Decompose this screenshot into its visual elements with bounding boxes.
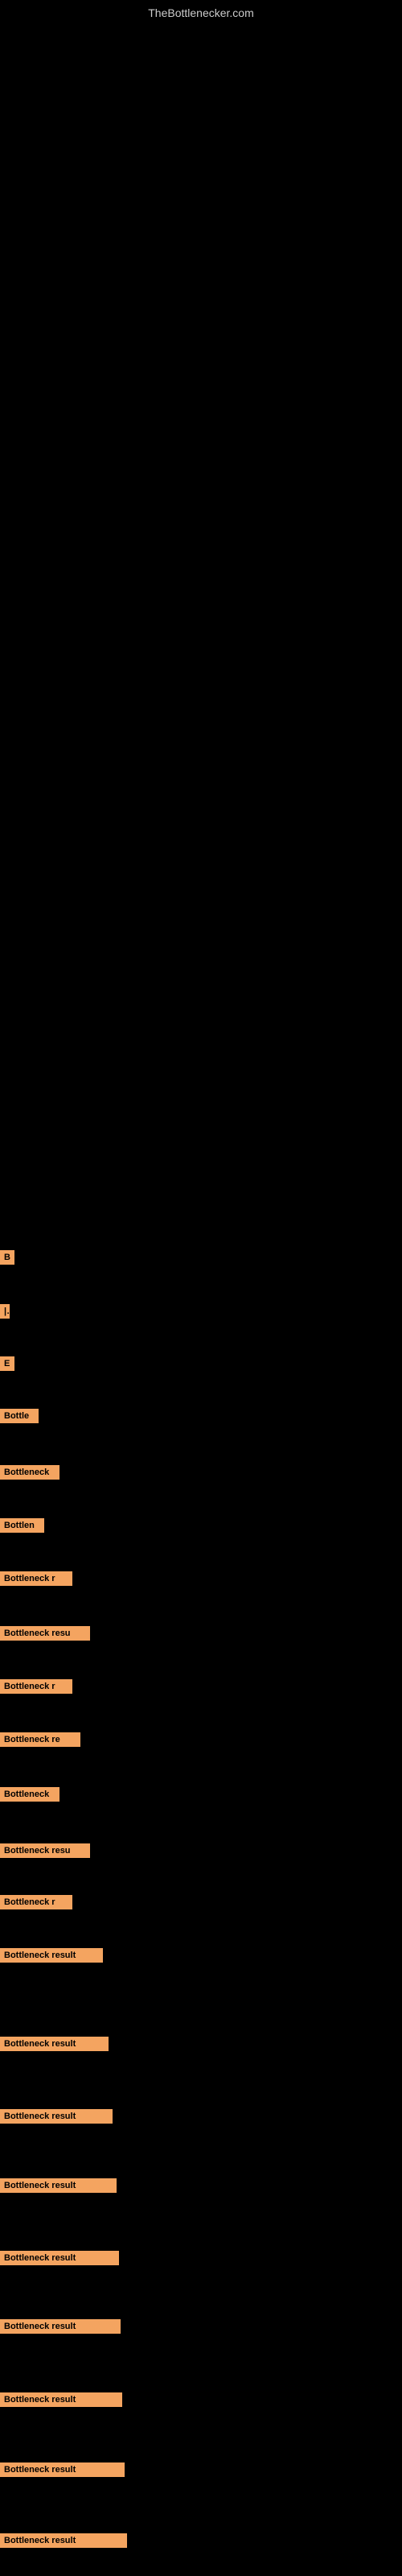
bottleneck-result-label: Bottleneck xyxy=(0,1787,59,1802)
list-item: Bottle xyxy=(0,1409,39,1423)
bottleneck-result-label: Bottleneck re xyxy=(0,1732,80,1747)
bottleneck-result-label: Bottleneck resu xyxy=(0,1843,90,1858)
list-item: Bottleneck xyxy=(0,1787,59,1802)
site-title: TheBottlenecker.com xyxy=(148,6,254,19)
list-item: Bottleneck result xyxy=(0,2462,125,2477)
bottleneck-result-label: Bottleneck result xyxy=(0,2462,125,2477)
bottleneck-result-label: Bottleneck result xyxy=(0,2178,117,2193)
list-item: Bottleneck resu xyxy=(0,1843,90,1858)
bottleneck-result-label: Bottleneck result xyxy=(0,2533,127,2548)
list-item: Bottleneck result xyxy=(0,2109,113,2124)
list-item: Bottleneck re xyxy=(0,1732,80,1747)
bottleneck-result-label: Bottleneck r xyxy=(0,1679,72,1694)
bottleneck-result-label: B xyxy=(0,1250,14,1265)
list-item: Bottleneck result xyxy=(0,1948,103,1963)
list-item: E xyxy=(0,1356,14,1371)
list-item: Bottleneck result xyxy=(0,2392,122,2407)
bottleneck-result-label: | xyxy=(0,1304,10,1319)
bottleneck-result-label: Bottleneck xyxy=(0,1465,59,1480)
list-item: Bottleneck r xyxy=(0,1679,72,1694)
list-item: Bottleneck r xyxy=(0,1895,72,1909)
bottleneck-result-label: Bottleneck result xyxy=(0,2392,122,2407)
bottleneck-result-label: Bottleneck result xyxy=(0,2251,119,2265)
list-item: Bottleneck result xyxy=(0,2178,117,2193)
bottleneck-result-label: Bottleneck result xyxy=(0,2109,113,2124)
bottleneck-result-label: Bottleneck resu xyxy=(0,1626,90,1641)
bottleneck-result-label: Bottleneck r xyxy=(0,1571,72,1586)
list-item: Bottleneck result xyxy=(0,2533,127,2548)
list-item: Bottleneck resu xyxy=(0,1626,90,1641)
bottleneck-result-label: Bottleneck result xyxy=(0,2037,109,2051)
list-item: Bottleneck result xyxy=(0,2251,119,2265)
bottleneck-result-label: Bottleneck result xyxy=(0,1948,103,1963)
list-item: Bottleneck xyxy=(0,1465,59,1480)
list-item: Bottleneck r xyxy=(0,1571,72,1586)
list-item: Bottleneck result xyxy=(0,2037,109,2051)
bottleneck-result-label: Bottle xyxy=(0,1409,39,1423)
bottleneck-result-label: Bottleneck r xyxy=(0,1895,72,1909)
bottleneck-result-label: Bottlen xyxy=(0,1518,44,1533)
list-item: | xyxy=(0,1304,10,1319)
list-item: Bottleneck result xyxy=(0,2319,121,2334)
bottleneck-result-label: E xyxy=(0,1356,14,1371)
list-item: Bottlen xyxy=(0,1518,44,1533)
list-item: B xyxy=(0,1250,14,1265)
bottleneck-result-label: Bottleneck result xyxy=(0,2319,121,2334)
